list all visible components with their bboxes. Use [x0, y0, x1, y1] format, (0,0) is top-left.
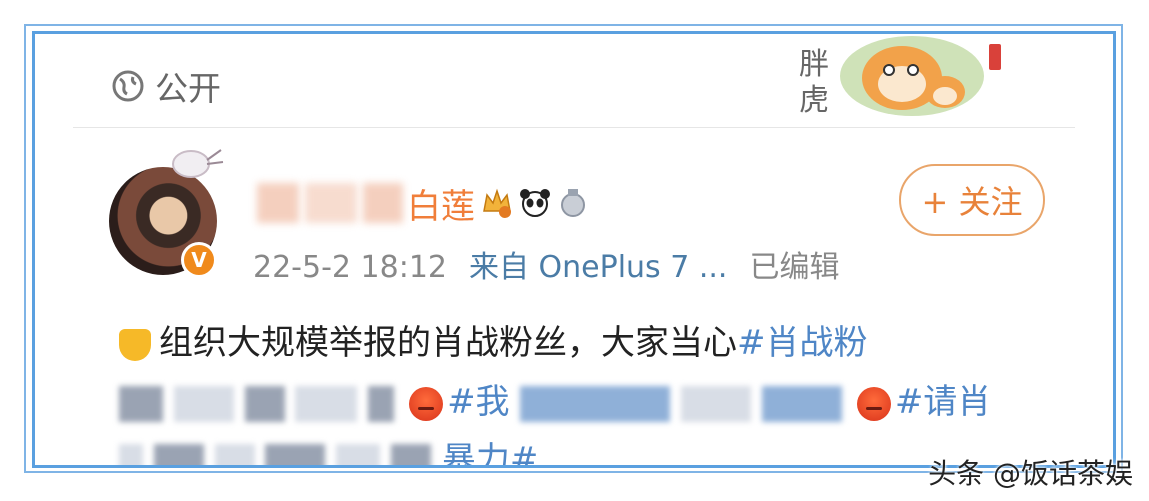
redacted-text: [681, 385, 752, 422]
redacted-name-part: [305, 183, 357, 223]
verified-badge-icon: V: [181, 242, 217, 278]
redacted-text: [153, 443, 204, 465]
redacted-name-part: [363, 183, 403, 223]
angry-face-icon: [856, 386, 891, 421]
post-text: 组织大规模举报的肖战粉丝，大家当心: [159, 323, 737, 363]
username-row[interactable]: 白莲: [257, 178, 589, 228]
sticker-text-2: 虎: [799, 83, 829, 118]
panda-badge-icon: [520, 189, 550, 217]
pointing-down-icon: [119, 328, 151, 361]
redacted-text: [368, 385, 395, 422]
visibility-label: 公开: [155, 69, 221, 108]
post-meta: 22-5-2 18:12 来自 OnePlus 7 ... 已编辑: [253, 242, 861, 286]
edited-label[interactable]: 已编辑: [749, 250, 839, 285]
redacted-text: [214, 443, 255, 465]
globe-icon: [112, 70, 144, 102]
hashtag-link[interactable]: 暴力#: [442, 440, 539, 465]
hashtag-link[interactable]: #我: [447, 382, 510, 422]
timestamp: 22-5-2 18:12: [253, 250, 447, 285]
redacted-text: [173, 385, 234, 422]
hashtag-link[interactable]: #肖战粉: [737, 323, 868, 363]
hashtag-link[interactable]: #请肖: [895, 382, 992, 422]
post-text-line-3: 暴力#: [119, 432, 539, 465]
redacted-text: [119, 443, 143, 465]
redacted-name-part: [257, 183, 299, 223]
post-card: 公开 胖 虎 V 白莲 22-5-2 18:12 来自 OnePlus 7 ..…: [32, 31, 1116, 468]
redacted-text: [336, 443, 381, 465]
redacted-text: [762, 385, 842, 422]
header-divider: [73, 127, 1075, 128]
medal-badge-icon: [561, 189, 585, 217]
redacted-text: [244, 385, 285, 422]
post-text-line-2: #我 #请肖: [119, 374, 991, 423]
redacted-text: [119, 385, 163, 422]
redacted-text: [295, 385, 358, 422]
post-source[interactable]: 来自 OnePlus 7 ...: [469, 250, 727, 285]
username[interactable]: 白莲: [407, 179, 475, 228]
post-text-line-1: 组织大规模举报的肖战粉丝，大家当心#肖战粉: [119, 315, 868, 364]
angry-face-icon: [409, 386, 444, 421]
redacted-text: [520, 385, 671, 422]
crown-badge-icon: [483, 188, 511, 218]
tiger-sticker: 胖 虎: [799, 36, 1001, 118]
avatar-frame-decoration: [172, 149, 224, 178]
visibility-indicator: 公开: [111, 62, 221, 110]
watermark: 头条 @饭话茶娱: [928, 457, 1133, 490]
redacted-text: [391, 443, 432, 465]
follow-button[interactable]: + 关注: [899, 164, 1045, 236]
redacted-text: [265, 443, 326, 465]
sticker-text-1: 胖: [799, 47, 829, 82]
